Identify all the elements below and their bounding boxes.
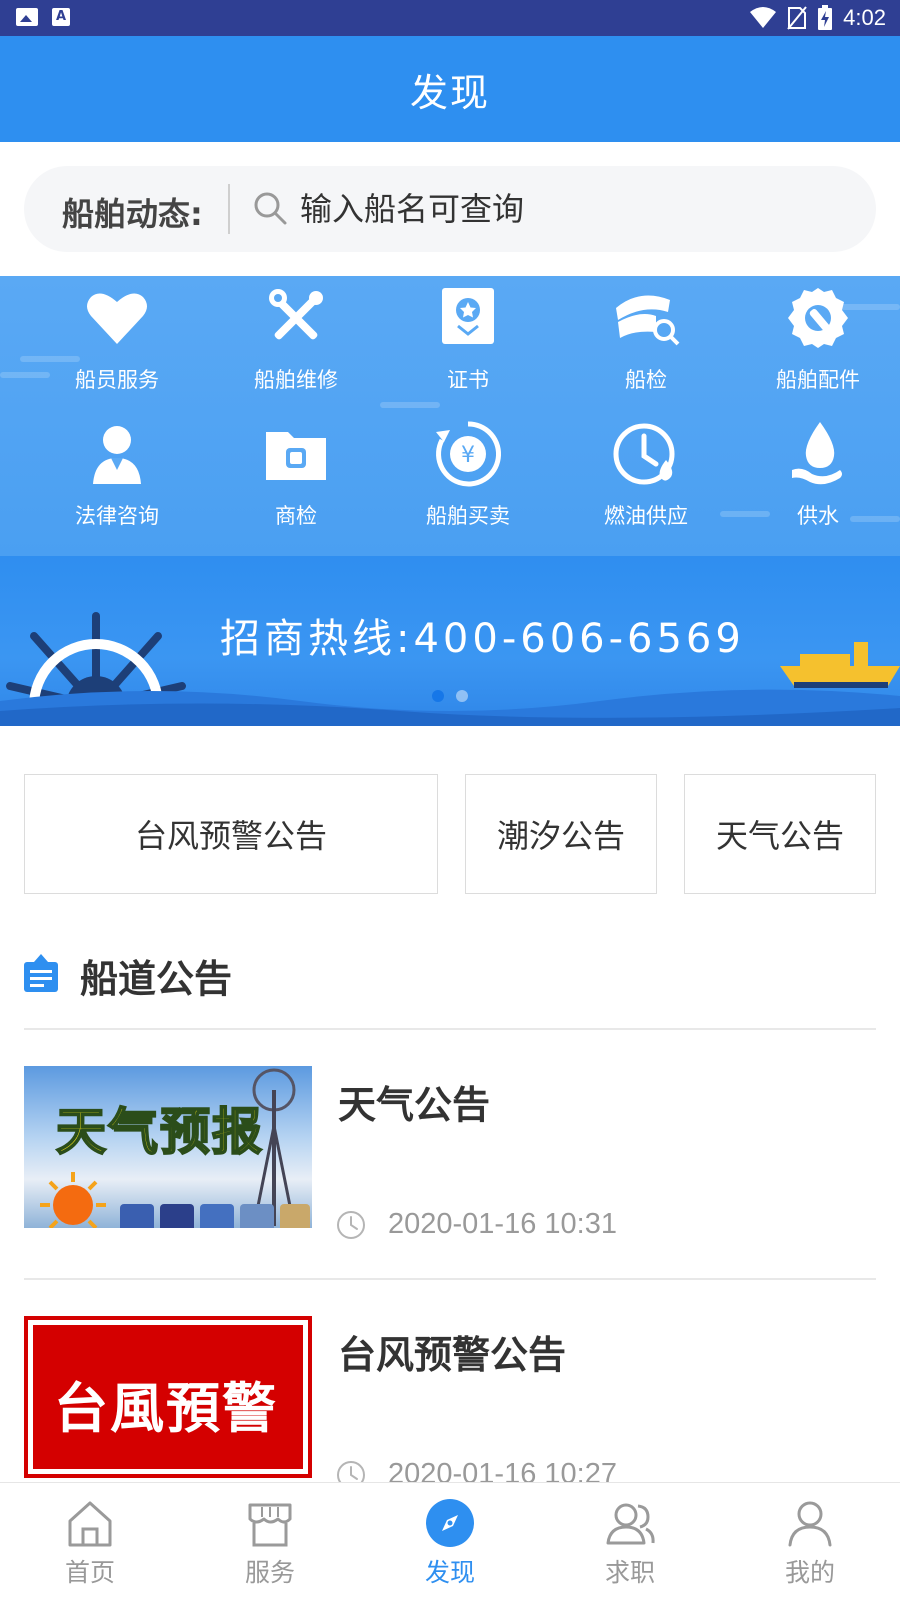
bottom-navigation: 首页 服务 发现 求职 我的 — [0, 1482, 900, 1600]
ship-name-search-input[interactable] — [300, 184, 820, 234]
service-label: 法律咨询 — [75, 504, 159, 528]
nav-mine[interactable]: 我的 — [720, 1483, 900, 1600]
notice-button-label: 潮汐公告 — [496, 817, 625, 855]
hotline-banner[interactable]: 招商热线:400-606-6569 — [0, 556, 900, 726]
weather-notice-button[interactable]: 天气公告 — [684, 774, 876, 894]
wave-decoration — [0, 689, 900, 726]
a-notification-icon: A — [52, 8, 70, 26]
users-icon — [606, 1503, 655, 1545]
gear-wrench-icon — [788, 288, 848, 348]
news-time: 2020-01-16 10:31 — [388, 1208, 617, 1240]
carousel-dot[interactable] — [456, 690, 468, 702]
store-icon — [248, 1503, 292, 1547]
no-sim-icon — [787, 6, 807, 30]
yuan-cycle-icon: ¥ — [436, 421, 501, 487]
folder-icon — [266, 432, 326, 480]
nav-label: 服务 — [244, 1558, 295, 1587]
service-crew[interactable]: 船员服务 — [42, 282, 192, 412]
typhoon-warning-thumbnail: 台風預警 — [24, 1316, 312, 1478]
news-title: 天气公告 — [338, 1083, 491, 1127]
section-divider — [24, 1028, 876, 1030]
clock-icon — [337, 1211, 365, 1239]
nav-jobs[interactable]: 求职 — [540, 1483, 720, 1600]
user-icon — [788, 1501, 832, 1547]
nav-discover[interactable]: 发现 — [360, 1483, 540, 1600]
service-legal[interactable]: 法律咨询 — [42, 418, 192, 548]
image-notification-icon — [16, 8, 38, 26]
compass-icon — [426, 1499, 474, 1547]
nav-label: 我的 — [784, 1558, 835, 1587]
service-fuel-supply[interactable]: 燃油供应 — [571, 418, 721, 548]
service-label: 船舶配件 — [776, 368, 860, 392]
thumbnail-text: 天气预报 — [55, 1101, 264, 1162]
hotline-text: 招商热线:400-606-6569 — [220, 616, 745, 662]
service-certificate[interactable]: 证书 — [393, 282, 543, 412]
sun-icon — [40, 1172, 106, 1228]
service-label: 商检 — [275, 504, 317, 528]
service-ship-trade[interactable]: ¥ 船舶买卖 — [393, 418, 543, 548]
weather-forecast-thumbnail: 天气预报 — [24, 1066, 312, 1228]
section-title: 船道公告 — [80, 957, 233, 1001]
home-icon — [68, 1501, 112, 1547]
title-bar: 发现 — [0, 36, 900, 142]
battery-charging-icon — [818, 5, 833, 30]
service-commodity-inspection[interactable]: 商检 — [221, 418, 371, 548]
service-ship-inspection[interactable]: 船检 — [571, 282, 721, 412]
search-icon — [254, 192, 287, 225]
thumbnail-text: 台風預警 — [54, 1376, 278, 1440]
water-drop-icon — [792, 422, 842, 485]
tools-icon — [269, 289, 323, 340]
wifi-icon — [750, 7, 777, 28]
nav-home[interactable]: 首页 — [0, 1483, 180, 1600]
certificate-icon — [442, 288, 494, 344]
notice-button-label: 天气公告 — [715, 817, 844, 855]
service-label: 船员服务 — [75, 368, 159, 392]
weather-tiles — [120, 1204, 310, 1228]
service-water-supply[interactable]: 供水 — [743, 418, 893, 548]
nav-label: 求职 — [604, 1558, 655, 1587]
nav-service[interactable]: 服务 — [180, 1483, 360, 1600]
service-label: 证书 — [447, 368, 489, 392]
service-label: 船舶维修 — [254, 368, 338, 392]
service-label: 供水 — [797, 504, 839, 528]
service-repair[interactable]: 船舶维修 — [221, 282, 371, 412]
news-divider — [24, 1278, 876, 1280]
page-title: 发现 — [409, 70, 490, 115]
ship-inspection-icon — [616, 295, 680, 346]
svg-text:¥: ¥ — [461, 443, 475, 468]
nav-label: 发现 — [424, 1558, 475, 1587]
service-label: 船检 — [625, 368, 667, 392]
search-label: 船舶动态: — [62, 195, 203, 233]
nav-label: 首页 — [64, 1558, 115, 1587]
lawyer-icon — [93, 426, 141, 484]
service-label: 燃油供应 — [604, 504, 688, 528]
carousel-dot-active[interactable] — [432, 690, 444, 702]
search-divider — [228, 184, 230, 234]
clock-time: 4:02 — [843, 5, 886, 30]
service-label: 船舶买卖 — [426, 504, 510, 528]
fuel-clock-icon — [613, 423, 675, 485]
ship-search-bar[interactable]: 船舶动态: — [24, 166, 876, 252]
service-parts[interactable]: 船舶配件 — [743, 282, 893, 412]
notice-board-icon — [24, 954, 58, 992]
news-title: 台风预警公告 — [338, 1333, 567, 1377]
tide-notice-button[interactable]: 潮汐公告 — [465, 774, 657, 894]
heart-icon — [87, 293, 147, 344]
status-bar: A 4:02 — [0, 0, 900, 36]
typhoon-notice-button[interactable]: 台风预警公告 — [24, 774, 438, 894]
services-panel: 船员服务 船舶维修 证书 船检 船舶配件 法律咨询 商检 ¥ 船舶买卖 燃油供应… — [0, 276, 900, 556]
notice-button-label: 台风预警公告 — [134, 817, 327, 855]
